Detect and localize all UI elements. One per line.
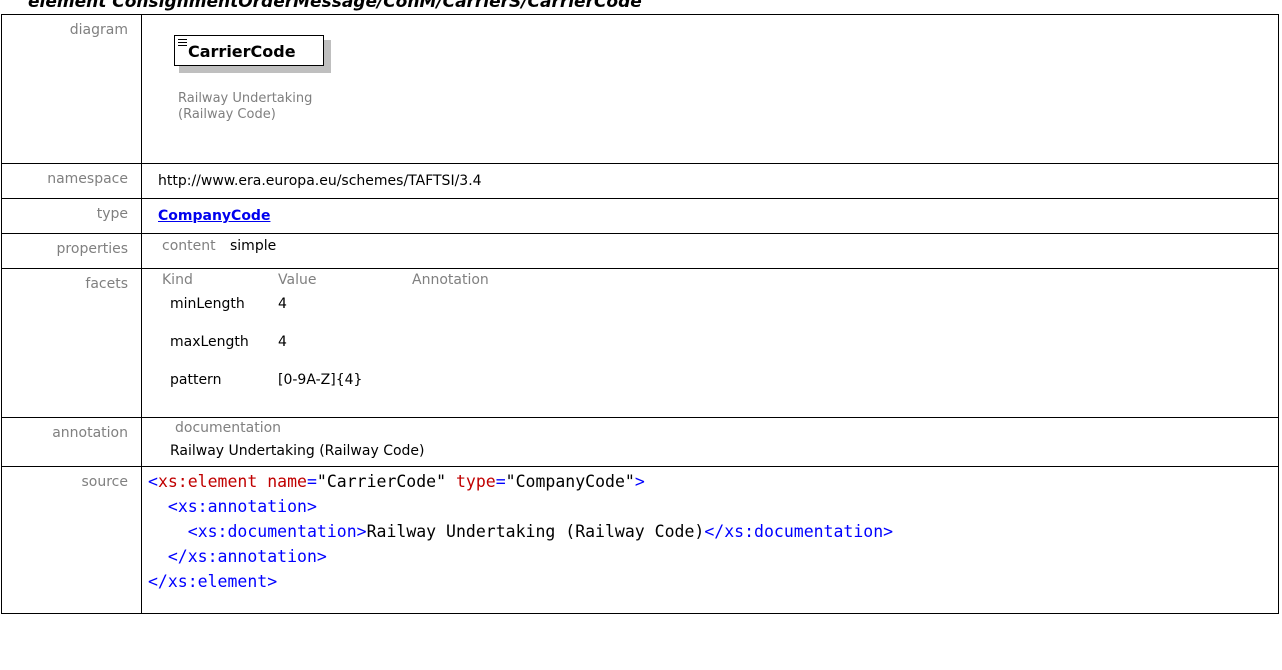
facet-kind: minLength	[170, 296, 245, 312]
facet-kind: pattern	[170, 372, 222, 388]
xml-documentation-text: Railway Undertaking (Railway Code)	[366, 522, 705, 541]
xml-element-close: xs:element	[167, 572, 268, 591]
facets-header-annotation: Annotation	[412, 272, 489, 288]
property-key: content	[162, 238, 216, 254]
page-heading: element ConsignmentOrderMessage/ConM/Car…	[28, 0, 642, 12]
xml-attr-type: type	[455, 472, 496, 491]
xml-element-tag: xs:element	[157, 472, 258, 491]
annotation-header: documentation	[175, 420, 282, 436]
property-content: content simple	[162, 238, 276, 254]
facet-value: [0-9A-Z]{4}	[278, 372, 363, 388]
type-link[interactable]: CompanyCode	[158, 208, 270, 224]
xml-attr-name: name	[267, 472, 307, 491]
facet-value: 4	[278, 296, 287, 312]
diagram-row: diagram CarrierCode Railway Undertaking …	[1, 14, 1279, 164]
diagram-annotation-line1: Railway Undertaking	[178, 91, 313, 106]
source-label: source	[1, 466, 142, 614]
diagram-annotation-line2: (Railway Code)	[178, 107, 276, 122]
namespace-row: namespace http://www.era.europa.eu/schem…	[1, 163, 1279, 199]
facets-cell: Kind Value Annotation minLength 4 maxLen…	[141, 268, 1279, 418]
diagram-node[interactable]: CarrierCode	[174, 35, 324, 66]
element-doc-table: diagram CarrierCode Railway Undertaking …	[1, 14, 1279, 614]
annotation-row: annotation documentation Railway Underta…	[1, 417, 1279, 467]
annotation-text: Railway Undertaking (Railway Code)	[170, 443, 425, 459]
facet-value: 4	[278, 334, 287, 350]
type-label: type	[1, 198, 142, 234]
source-row: source <xs:element name="CarrierCode" ty…	[1, 466, 1279, 614]
xml-attr-type-value: "CompanyCode"	[505, 472, 635, 491]
type-row: type CompanyCode	[1, 198, 1279, 234]
diagram-cell: CarrierCode Railway Undertaking (Railway…	[141, 14, 1279, 164]
namespace-label: namespace	[1, 163, 142, 199]
xml-documentation-open: xs:documentation	[197, 522, 357, 541]
diagram-annotation: Railway Undertaking (Railway Code)	[178, 91, 312, 123]
diagram-element[interactable]: CarrierCode	[174, 35, 332, 73]
properties-label: properties	[1, 233, 142, 269]
facets-header-kind: Kind	[162, 272, 193, 288]
properties-row: properties content simple	[1, 233, 1279, 269]
source-code: <xs:element name="CarrierCode" type="Com…	[148, 472, 894, 591]
annotation-cell: documentation Railway Undertaking (Railw…	[141, 417, 1279, 467]
property-value: simple	[230, 238, 277, 254]
facets-row: facets Kind Value Annotation minLength 4…	[1, 268, 1279, 418]
xml-attr-name-value: "CarrierCode"	[316, 472, 447, 491]
diagram-node-name: CarrierCode	[188, 42, 296, 61]
xml-documentation-close: xs:documentation	[724, 522, 884, 541]
type-cell: CompanyCode	[141, 198, 1279, 234]
properties-cell: content simple	[141, 233, 1279, 269]
namespace-value: http://www.era.europa.eu/schemes/TAFTSI/…	[141, 163, 1279, 199]
annotation-label: annotation	[1, 417, 142, 467]
element-list-icon	[178, 39, 187, 48]
source-cell: <xs:element name="CarrierCode" type="Com…	[141, 466, 1279, 614]
xml-annotation-close: xs:annotation	[187, 547, 317, 566]
diagram-label: diagram	[1, 14, 142, 164]
facets-label: facets	[1, 268, 142, 418]
facets-header-value: Value	[278, 272, 317, 288]
facet-kind: maxLength	[170, 334, 249, 350]
xml-annotation-open: xs:annotation	[177, 497, 307, 516]
